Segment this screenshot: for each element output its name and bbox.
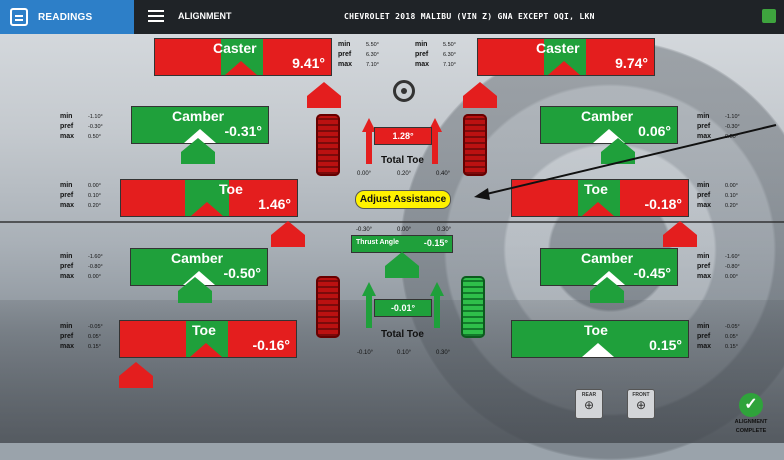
front-total-toe-value: 1.28° [392,131,414,141]
rear-right-tire-icon [461,276,485,338]
front-left-toe-specs: min 0.00° pref 0.10° max 0.20° [60,182,101,209]
rear-total-toe-value: -0.01° [390,303,416,313]
rear-right-toe-gauge[interactable]: Toe 0.15° [512,321,688,357]
tab-alignment[interactable]: ALIGNMENT [178,11,232,21]
front-left-caster-title: Caster [213,40,257,56]
readings-icon [10,8,28,26]
thrust-angle-value: -0.15° [423,238,448,248]
thrust-angle-gauge[interactable]: Thrust Angle -0.15° [352,236,452,252]
rear-total-toe-box[interactable]: -0.01° [375,300,431,316]
tab-readings-label: READINGS [38,11,93,23]
front-right-caster-specs: min 5.50° pref 6.30° max 7.10° [415,41,456,68]
front-right-caster-gauge[interactable]: Caster 9.74° [478,39,654,75]
thrust-min: -0.30° [356,227,373,233]
adjust-assistance-button[interactable]: Adjust Assistance [356,191,450,208]
rear-left-toe-arrowhead [362,282,376,296]
front-right-toe-arrow [432,132,438,164]
rear-left-toe-title: Toe [192,322,216,338]
front-left-toe-arrowhead [362,118,376,132]
rear-left-camber-value: -0.50° [223,265,261,281]
front-right-caster-value: 9.74° [615,55,648,71]
rear-right-camber-specs: min -1.60° pref -0.80° max 0.00° [697,253,740,280]
front-right-camber-indicator [601,138,635,164]
front-right-toe-specs: min 0.00° pref 0.10° max 0.20° [697,182,738,209]
zoom-rear-icon: ⊕ [583,398,595,412]
rear-total-toe-max: 0.30° [436,350,451,356]
thrust-angle-label: Thrust Angle [356,239,399,246]
checkmark-icon: ✓ [739,393,763,417]
front-right-tire-icon [463,114,487,176]
zoom-front-button[interactable]: FRONT ⊕ [627,389,655,419]
front-left-toe-arrow [366,132,372,164]
front-left-camber-title: Camber [172,108,225,124]
front-right-camber-specs: min -1.10° pref -0.30° max 0.50° [697,113,740,140]
front-total-toe-label: Total Toe [381,155,424,166]
front-right-toe-gauge[interactable]: Toe -0.18° [512,180,688,216]
rear-total-toe-pref: 0.10° [397,350,412,356]
thrust-max: 0.30° [437,227,452,233]
rear-right-toe-value: 0.15° [649,337,682,353]
front-total-toe-max: 0.40° [436,171,451,177]
thrust-pref: 0.00° [397,227,412,233]
rear-right-toe-arrowhead [430,282,444,296]
front-left-toe-gauge[interactable]: Toe 1.46° [121,180,297,216]
rear-right-toe-title: Toe [584,322,608,338]
front-left-toe-value: 1.46° [258,196,291,212]
front-left-toe-indicator [271,221,305,247]
front-right-caster-indicator [463,82,497,108]
front-right-camber-value: 0.06° [638,123,671,139]
front-left-camber-specs: min -1.10° pref -0.30° max 0.50° [60,113,103,140]
front-left-toe-title: Toe [219,181,243,197]
front-total-toe-pref: 0.20° [397,171,412,177]
front-right-toe-title: Toe [584,181,608,197]
front-right-toe-indicator [663,221,697,247]
rear-left-tire-icon [316,276,340,338]
front-left-tire-icon [316,114,340,176]
front-left-caster-value: 9.41° [292,55,325,71]
rear-right-toe-arrow [434,296,440,328]
front-total-toe-min: 0.00° [357,171,372,177]
rear-total-toe-label: Total Toe [381,329,424,340]
menu-icon[interactable] [148,10,164,22]
rear-right-camber-title: Camber [581,250,634,266]
rear-left-toe-arrow [366,296,372,328]
tab-readings[interactable]: READINGS [0,0,134,34]
alignment-complete-line2: COMPLETE [735,428,767,434]
front-left-camber-indicator [181,138,215,164]
front-left-caster-specs: min 5.50° pref 6.30° max 7.10° [338,41,379,68]
front-left-caster-gauge[interactable]: Caster 9.41° [155,39,331,75]
rear-right-camber-value: -0.45° [633,265,671,281]
rear-left-toe-value: -0.16° [252,337,290,353]
rear-left-toe-indicator [119,362,153,388]
front-right-caster-title: Caster [536,40,580,56]
alignment-complete-button[interactable]: ✓ ALIGNMENT COMPLETE [731,393,771,435]
rear-left-toe-specs: min -0.05° pref 0.05° max 0.15° [60,323,103,350]
front-left-camber-value: -0.31° [224,123,262,139]
rear-left-camber-indicator [178,277,212,303]
top-bar: READINGS ALIGNMENT CHEVROLET 2018 MALIBU… [0,0,784,34]
status-icon[interactable] [762,9,776,23]
rear-left-camber-title: Camber [171,250,224,266]
front-right-toe-value: -0.18° [644,196,682,212]
thrust-indicator [385,252,419,278]
front-left-caster-indicator [307,82,341,108]
zoom-front-icon: ⊕ [635,398,647,412]
rear-total-toe-min: -0.10° [357,350,374,356]
front-total-toe-box[interactable]: 1.28° [375,128,431,144]
zoom-rear-button[interactable]: REAR ⊕ [575,389,603,419]
rear-left-camber-specs: min -1.60° pref -0.80° max 0.00° [60,253,103,280]
rear-right-toe-specs: min -0.05° pref 0.05° max 0.15° [697,323,740,350]
rear-right-camber-indicator [590,277,624,303]
front-right-camber-title: Camber [581,108,634,124]
rear-left-toe-gauge[interactable]: Toe -0.16° [120,321,296,357]
vehicle-title: CHEVROLET 2018 MALIBU (VIN Z) GNA EXCEPT… [344,12,595,21]
steering-wheel-icon [393,80,415,102]
alignment-complete-line1: ALIGNMENT [734,419,768,425]
